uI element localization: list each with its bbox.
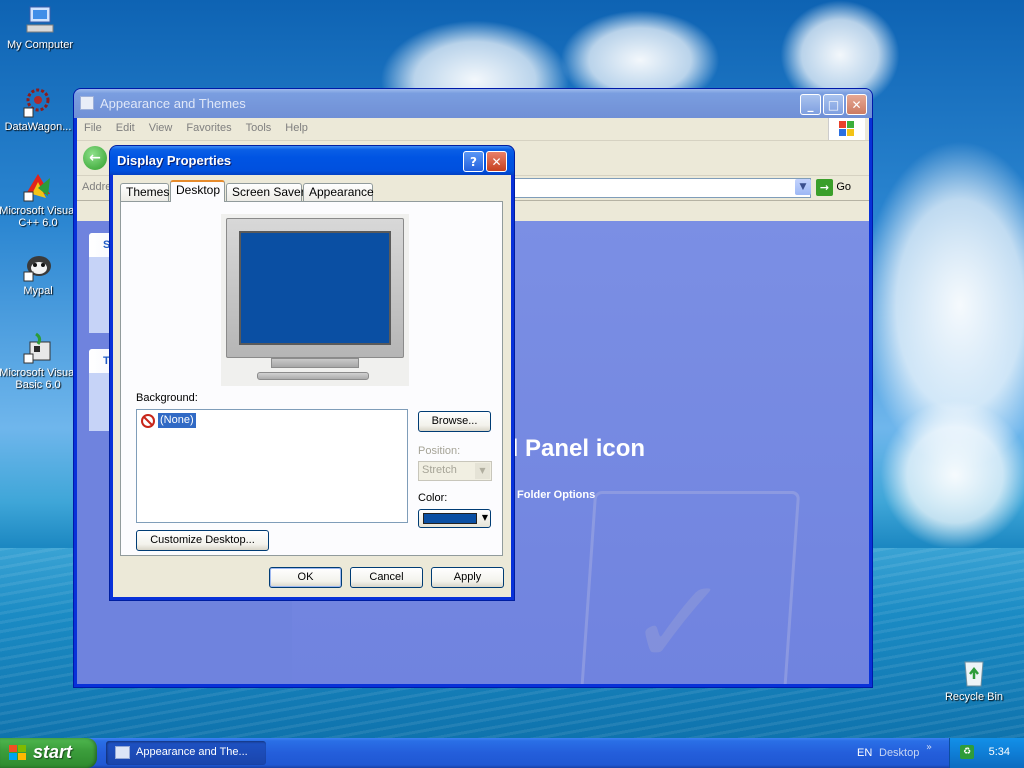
visual-basic-icon bbox=[22, 332, 54, 364]
monitor-stand bbox=[271, 358, 359, 368]
chevron-down-icon: ▼ bbox=[475, 463, 490, 479]
position-value: Stretch bbox=[422, 464, 457, 476]
maximize-button[interactable]: □ bbox=[823, 94, 844, 115]
folder-window-icon bbox=[80, 96, 94, 110]
none-icon bbox=[141, 414, 155, 428]
desktop-tab-panel: Background: (None) Browse... Position: S… bbox=[120, 201, 503, 556]
explorer-titlebar[interactable]: Appearance and Themes _ □ ✕ bbox=[74, 89, 872, 118]
desktop-toolbar[interactable]: Desktop bbox=[879, 747, 919, 759]
tray-recycle-icon[interactable]: ♻ bbox=[960, 745, 974, 759]
monitor-base bbox=[257, 372, 369, 380]
menu-file[interactable]: File bbox=[77, 118, 109, 134]
desktop-icon-label: Microsoft Visual Basic 6.0 bbox=[0, 367, 77, 391]
desktop-icon-my-computer[interactable]: My Computer bbox=[0, 4, 80, 51]
start-label: start bbox=[33, 742, 73, 762]
help-button[interactable]: ? bbox=[463, 151, 484, 172]
preview-screen bbox=[239, 231, 391, 345]
address-label: Addre bbox=[82, 181, 112, 193]
background-label: Background: bbox=[136, 392, 198, 404]
panel-header-label: T bbox=[103, 355, 110, 367]
desktop-icon-visual-cpp[interactable]: Microsoft Visual C++ 6.0 bbox=[0, 170, 78, 229]
desktop-icon-label: Mypal bbox=[23, 285, 53, 297]
desktop-icon-datawagon[interactable]: DataWagon... bbox=[0, 86, 78, 133]
chevron-down-icon: ▼ bbox=[799, 182, 807, 192]
desktop-icon-mypal[interactable]: Mypal bbox=[0, 250, 78, 297]
tab-desktop[interactable]: Desktop bbox=[170, 180, 225, 202]
monitor-preview bbox=[221, 214, 409, 386]
customize-desktop-button[interactable]: Customize Desktop... bbox=[136, 530, 269, 551]
windows-flag-icon bbox=[9, 745, 27, 761]
ok-button[interactable]: OK bbox=[269, 567, 342, 588]
color-swatch bbox=[423, 513, 477, 524]
menu-bar: File Edit View Favorites Tools Help bbox=[77, 118, 869, 141]
display-properties-dialog[interactable]: Display Properties ? ✕ Themes Desktop Sc… bbox=[110, 146, 514, 600]
chevron-down-icon: ▼ bbox=[481, 513, 488, 522]
computer-icon bbox=[24, 4, 56, 36]
go-button[interactable]: Go bbox=[836, 181, 851, 193]
monitor-icon bbox=[226, 218, 404, 358]
control-panel-watermark bbox=[579, 491, 801, 684]
menu-tools[interactable]: Tools bbox=[239, 118, 279, 134]
recycle-bin-icon bbox=[958, 656, 990, 688]
language-indicator[interactable]: EN bbox=[857, 747, 872, 759]
explorer-title: Appearance and Themes bbox=[100, 96, 246, 111]
position-label: Position: bbox=[418, 445, 461, 457]
list-item-label: (None) bbox=[157, 412, 197, 429]
tab-screen-saver[interactable]: Screen Saver bbox=[226, 183, 305, 201]
desktop-icon-label: DataWagon... bbox=[4, 121, 72, 133]
minimize-icon: _ bbox=[807, 98, 814, 112]
maximize-icon: □ bbox=[827, 98, 840, 112]
folder-window-icon bbox=[115, 746, 130, 759]
tab-themes[interactable]: Themes bbox=[120, 183, 169, 201]
cancel-button[interactable]: Cancel bbox=[350, 567, 423, 588]
tab-appearance[interactable]: Appearance bbox=[303, 183, 374, 201]
position-select[interactable]: Stretch ▼ bbox=[418, 461, 492, 481]
dialog-titlebar[interactable]: Display Properties ? ✕ bbox=[110, 146, 514, 175]
mypal-icon bbox=[22, 250, 54, 282]
menu-help[interactable]: Help bbox=[278, 118, 315, 134]
visual-cpp-icon bbox=[22, 170, 54, 202]
close-icon: ✕ bbox=[491, 155, 502, 169]
help-icon: ? bbox=[470, 155, 477, 169]
clock[interactable]: 5:34 bbox=[989, 746, 1010, 758]
desktop-icon-label: My Computer bbox=[6, 39, 74, 51]
menu-edit[interactable]: Edit bbox=[109, 118, 142, 134]
close-button[interactable]: ✕ bbox=[846, 94, 867, 115]
windows-logo-icon bbox=[828, 118, 865, 140]
background-list[interactable]: (None) bbox=[136, 409, 408, 523]
menu-view[interactable]: View bbox=[142, 118, 180, 134]
browse-button[interactable]: Browse... bbox=[418, 411, 491, 432]
pick-control-panel-heading: ol Panel icon bbox=[497, 435, 646, 462]
taskbar: start Appearance and The... EN Desktop »… bbox=[0, 738, 1024, 768]
cloud bbox=[880, 400, 1024, 550]
apply-button[interactable]: Apply bbox=[431, 567, 504, 588]
desktop-icon-label: Microsoft Visual C++ 6.0 bbox=[0, 205, 77, 229]
taskbar-item-label: Appearance and The... bbox=[136, 746, 248, 758]
taskbar-item-appearance-and-themes[interactable]: Appearance and The... bbox=[106, 741, 266, 765]
desktop-icon-recycle-bin[interactable]: Recycle Bin bbox=[934, 656, 1014, 703]
dialog-body: Themes Desktop Screen Saver Appearance B… bbox=[113, 175, 511, 597]
minimize-button[interactable]: _ bbox=[800, 94, 821, 115]
back-button[interactable]: ← bbox=[83, 146, 107, 170]
color-picker-button[interactable]: ▼ bbox=[418, 509, 491, 528]
desktop-icon-visual-basic[interactable]: Microsoft Visual Basic 6.0 bbox=[0, 332, 78, 391]
dialog-close-button[interactable]: ✕ bbox=[486, 151, 507, 172]
color-label: Color: bbox=[418, 492, 448, 504]
address-dropdown-button[interactable]: ▼ bbox=[795, 179, 811, 195]
folder-options-link[interactable]: Folder Options bbox=[517, 489, 595, 501]
desktop-icon-label: Recycle Bin bbox=[944, 691, 1004, 703]
system-tray: ♻ 5:34 bbox=[949, 738, 1024, 768]
datawagon-icon bbox=[22, 86, 54, 118]
toolbar-chevron-icon[interactable]: » bbox=[926, 742, 932, 753]
close-icon: ✕ bbox=[851, 98, 862, 112]
start-button[interactable]: start bbox=[0, 738, 97, 768]
back-arrow-icon: ← bbox=[89, 150, 101, 166]
dialog-title: Display Properties bbox=[117, 153, 232, 168]
go-arrow-icon[interactable]: → bbox=[816, 179, 833, 196]
menu-favorites[interactable]: Favorites bbox=[179, 118, 238, 134]
